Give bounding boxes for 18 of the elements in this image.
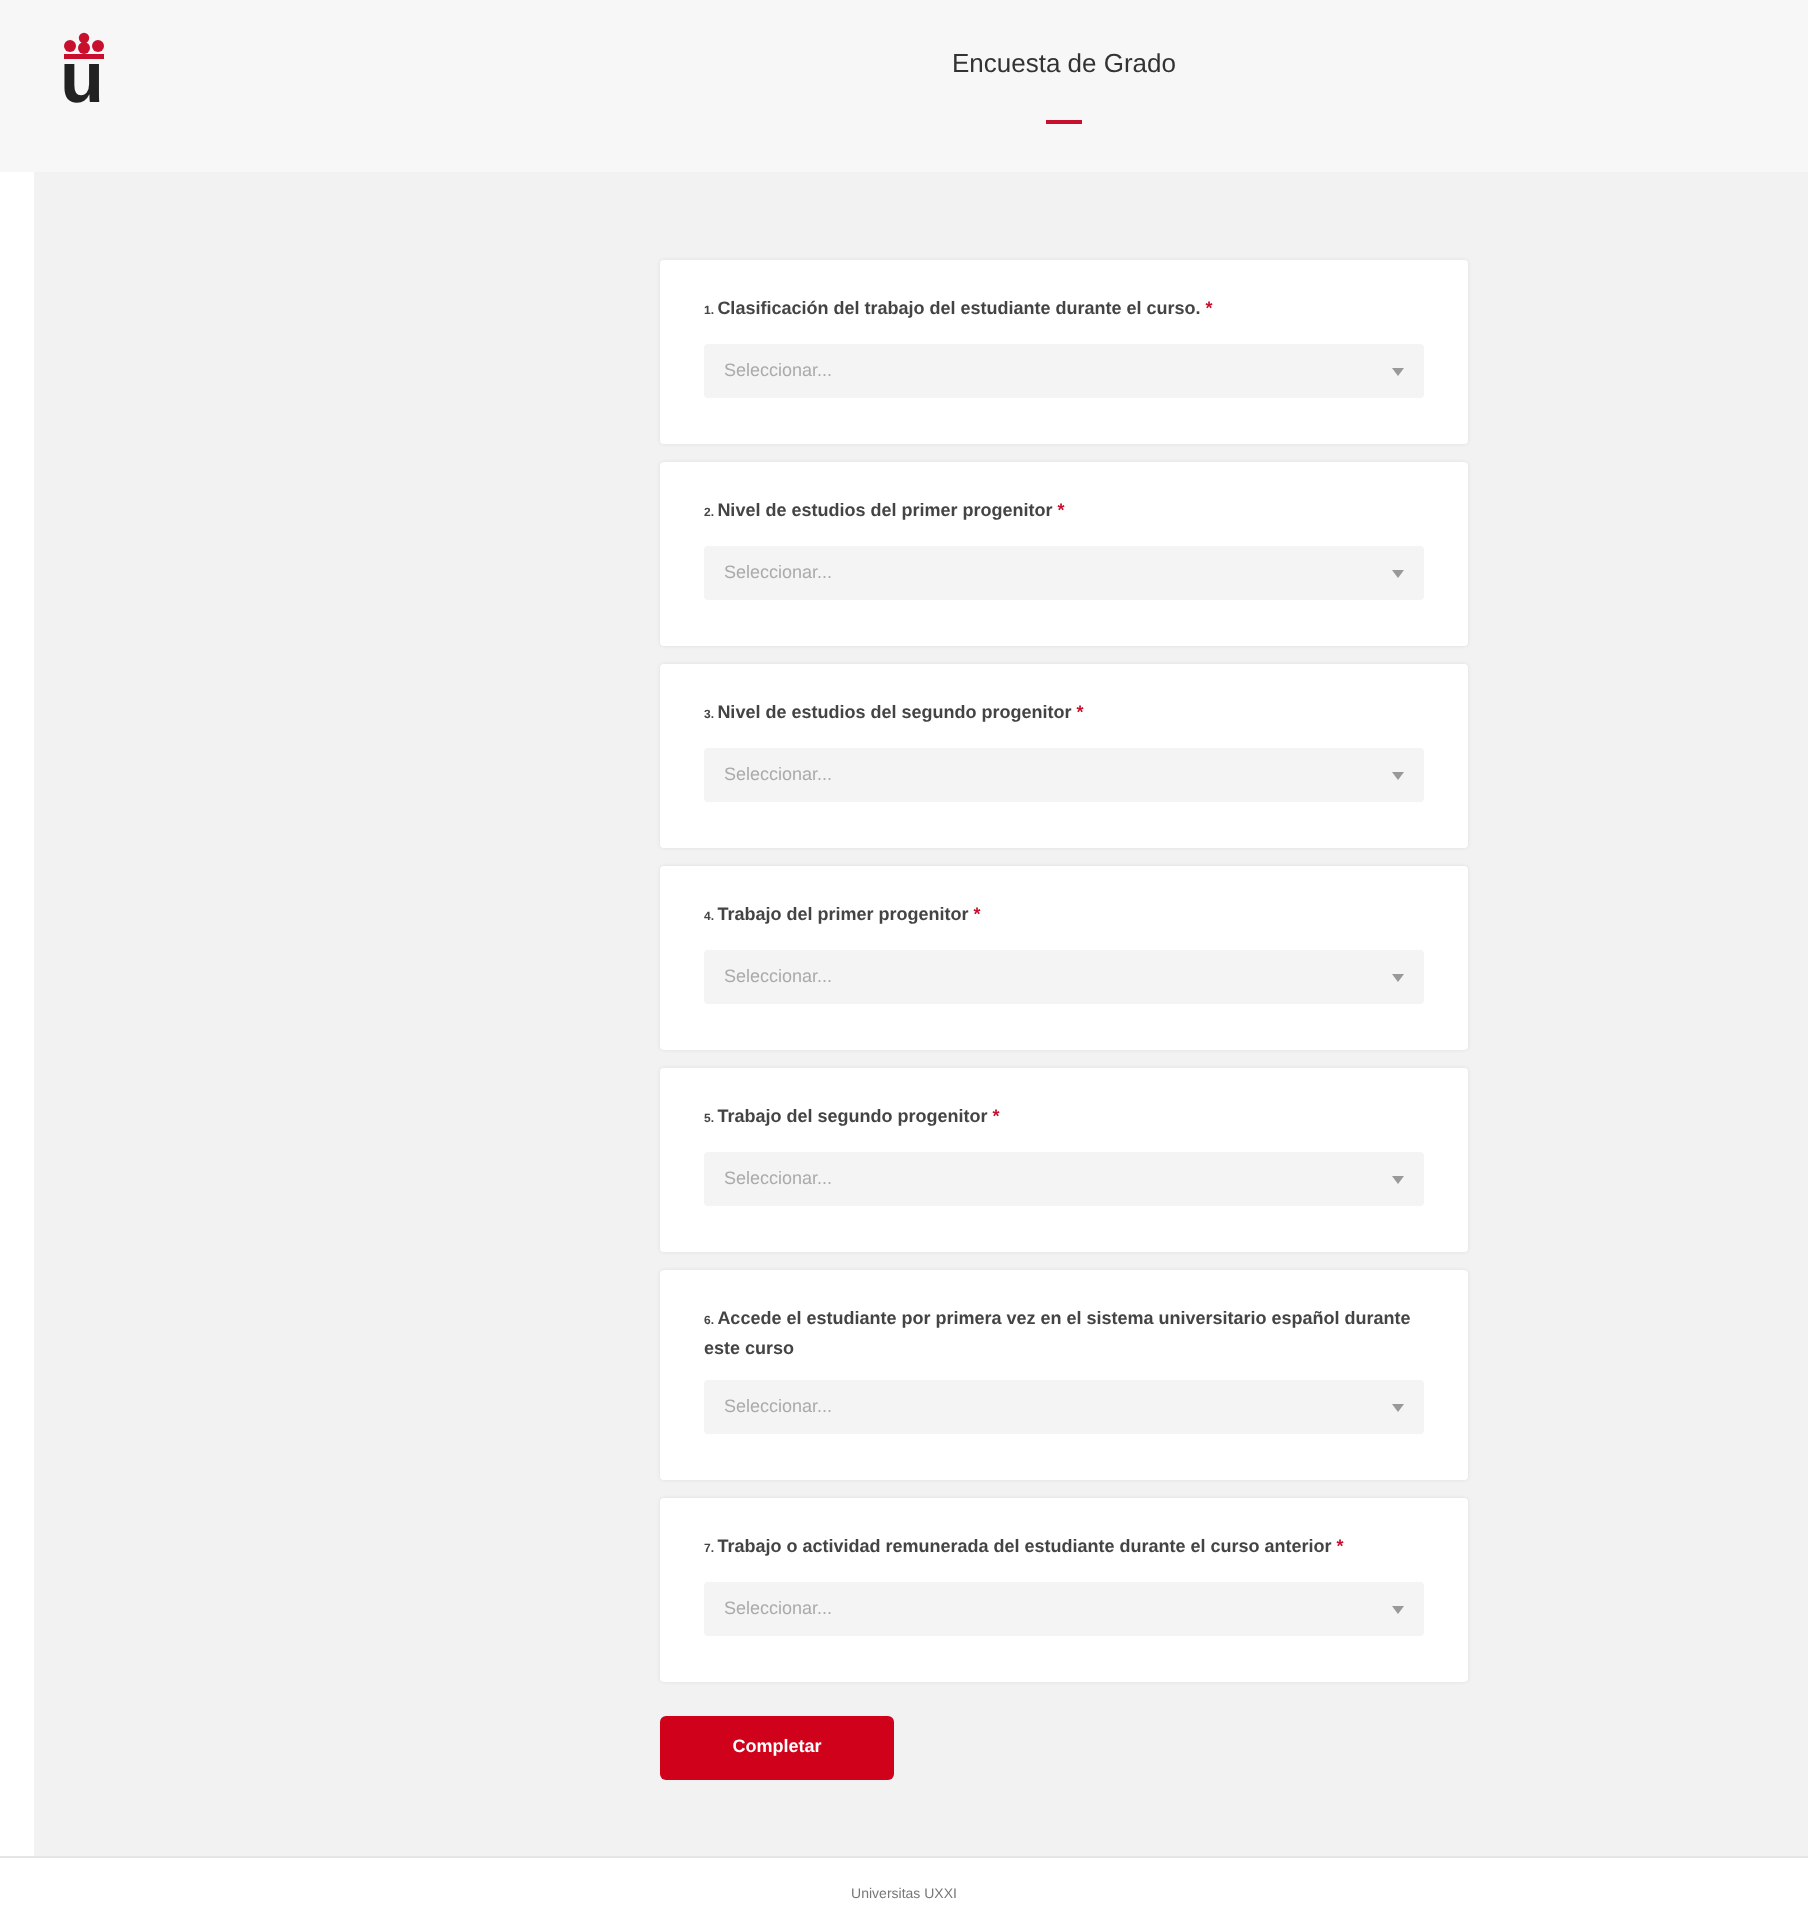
select-dropdown[interactable]: Seleccionar... (704, 1582, 1424, 1636)
select-dropdown[interactable]: Seleccionar... (704, 546, 1424, 600)
select-dropdown[interactable]: Seleccionar... (704, 748, 1424, 802)
select-dropdown[interactable]: Seleccionar... (704, 344, 1424, 398)
caret-icon (1392, 771, 1404, 779)
select-dropdown[interactable]: Seleccionar... (704, 950, 1424, 1004)
caret-icon (1392, 973, 1404, 981)
submit-button[interactable]: Completar (660, 1716, 894, 1780)
page-title: Encuesta de Grado (951, 46, 1177, 82)
caret-icon (1392, 367, 1404, 375)
select-dropdown[interactable]: Seleccionar... (704, 1380, 1424, 1434)
caret-icon (1392, 1403, 1404, 1411)
crown-icon (62, 32, 106, 60)
caret-icon (1392, 1175, 1404, 1183)
caret-icon (1392, 569, 1404, 577)
logo-letter: u (60, 52, 104, 104)
select-dropdown[interactable]: Seleccionar... (704, 1152, 1424, 1206)
caret-icon (1392, 1605, 1404, 1613)
